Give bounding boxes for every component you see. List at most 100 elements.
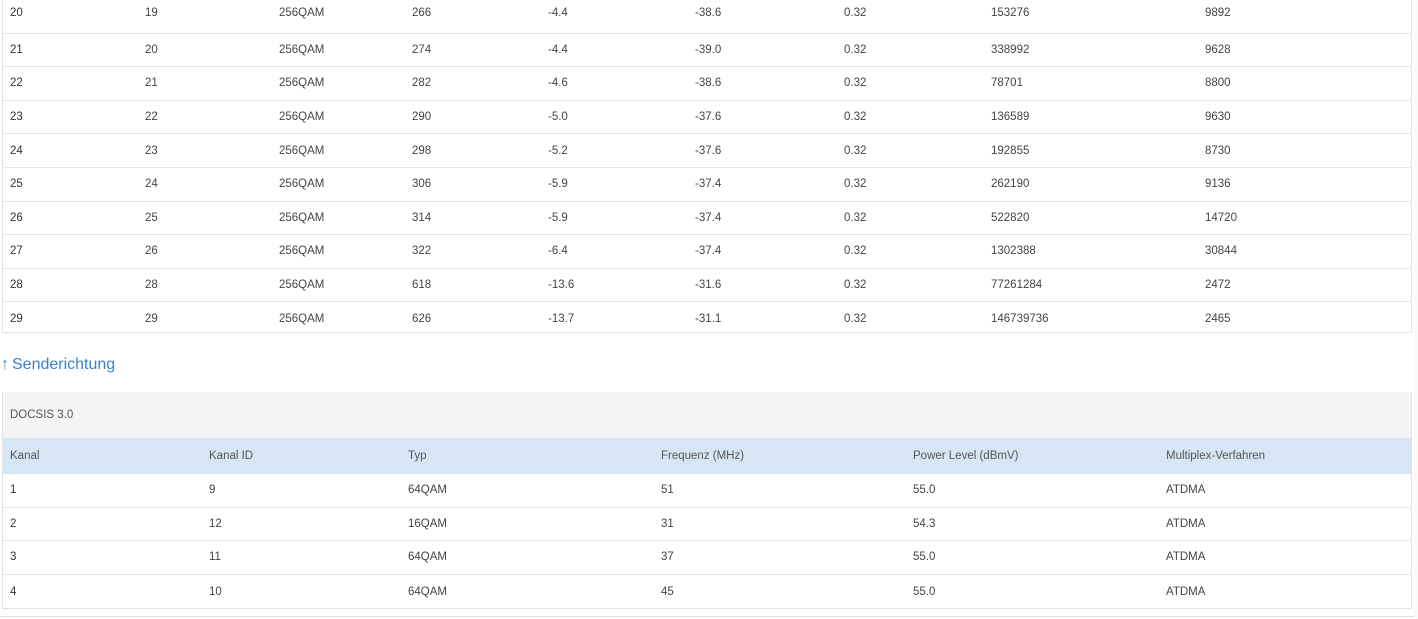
power-level-cell: 55.0 bbox=[913, 551, 936, 564]
frequency-cell: 618 bbox=[412, 279, 432, 292]
mse-cell: -31.1 bbox=[695, 313, 722, 326]
power-level-cell: -4.4 bbox=[548, 7, 568, 19]
table-row: 2 12 16QAM 31 54.3 ATDMA bbox=[3, 508, 1411, 542]
type-cell: 256QAM bbox=[279, 43, 325, 56]
power-level-cell: -6.4 bbox=[548, 245, 568, 258]
multiplex-cell: ATDMA bbox=[1166, 517, 1206, 530]
channel-cell: 29 bbox=[10, 313, 23, 326]
uncorrectable-errors-cell: 30844 bbox=[1205, 245, 1237, 258]
mse-cell: -37.4 bbox=[695, 178, 722, 191]
frequency-cell: 298 bbox=[412, 144, 432, 157]
channel-id-cell: 26 bbox=[145, 245, 158, 258]
docsis-version-label: DOCSIS 3.0 bbox=[10, 409, 74, 421]
downstream-channel-table: 20 19 256QAM 266 -4.4 -38.6 0.32 153276 … bbox=[2, 0, 1412, 333]
type-cell: 256QAM bbox=[279, 77, 325, 90]
frequency-cell: 37 bbox=[661, 551, 674, 564]
channel-id-cell: 9 bbox=[209, 484, 216, 497]
channel-id-cell: 11 bbox=[209, 551, 221, 564]
mse-cell: -37.6 bbox=[695, 111, 722, 124]
multiplex-cell: ATDMA bbox=[1166, 585, 1206, 598]
channel-id-cell: 25 bbox=[145, 211, 158, 224]
correctable-errors-cell: 78701 bbox=[991, 77, 1023, 90]
uncorrectable-errors-cell: 9892 bbox=[1205, 7, 1231, 19]
upstream-section-heading[interactable]: ↑ Senderichtung bbox=[1, 356, 115, 374]
mse-cell: -38.6 bbox=[695, 77, 722, 90]
latency-cell: 0.32 bbox=[844, 178, 867, 191]
table-row: 3 11 64QAM 37 55.0 ATDMA bbox=[3, 541, 1411, 575]
mse-cell: -37.4 bbox=[695, 245, 722, 258]
mse-cell: -39.0 bbox=[695, 43, 722, 56]
correctable-errors-cell: 522820 bbox=[991, 211, 1030, 224]
latency-cell: 0.32 bbox=[844, 43, 867, 56]
column-header-channel-id: Kanal ID bbox=[209, 450, 254, 462]
frequency-cell: 314 bbox=[412, 211, 432, 224]
frequency-cell: 290 bbox=[412, 111, 432, 124]
channel-id-cell: 21 bbox=[145, 77, 158, 90]
channel-id-cell: 19 bbox=[145, 7, 158, 19]
frequency-cell: 626 bbox=[412, 313, 432, 326]
latency-cell: 0.32 bbox=[844, 77, 867, 90]
correctable-errors-cell: 1302388 bbox=[991, 245, 1036, 258]
upstream-channel-table: DOCSIS 3.0 Kanal Kanal ID Typ Frequenz (… bbox=[2, 392, 1412, 610]
mse-cell: -37.4 bbox=[695, 211, 722, 224]
scrollbar-track[interactable] bbox=[1414, 0, 1418, 619]
type-cell: 256QAM bbox=[279, 7, 325, 19]
channel-cell: 22 bbox=[10, 77, 23, 90]
column-header-frequency: Frequenz (MHz) bbox=[661, 450, 745, 462]
correctable-errors-cell: 153276 bbox=[991, 7, 1030, 19]
uncorrectable-errors-cell: 9628 bbox=[1205, 43, 1231, 56]
power-level-cell: 54.3 bbox=[913, 517, 936, 530]
channel-cell: 26 bbox=[10, 211, 23, 224]
frequency-cell: 51 bbox=[661, 484, 674, 497]
latency-cell: 0.32 bbox=[844, 144, 867, 157]
correctable-errors-cell: 338992 bbox=[991, 43, 1030, 56]
frequency-cell: 274 bbox=[412, 43, 432, 56]
column-header-multiplex: Multiplex-Verfahren bbox=[1166, 450, 1266, 462]
column-header-channel: Kanal bbox=[10, 450, 40, 462]
table-caption: DOCSIS 3.0 bbox=[3, 392, 1411, 438]
power-level-cell: 55.0 bbox=[913, 585, 936, 598]
correctable-errors-cell: 146739736 bbox=[991, 313, 1049, 326]
power-level-cell: 55.0 bbox=[913, 484, 936, 497]
frequency-cell: 282 bbox=[412, 77, 432, 90]
channel-cell: 27 bbox=[10, 245, 23, 258]
power-level-cell: -5.9 bbox=[548, 178, 568, 191]
power-level-cell: -5.0 bbox=[548, 111, 568, 124]
latency-cell: 0.32 bbox=[844, 7, 867, 19]
correctable-errors-cell: 262190 bbox=[991, 178, 1030, 191]
frequency-cell: 306 bbox=[412, 178, 432, 191]
table-row: 23 22 256QAM 290 -5.0 -37.6 0.32 136589 … bbox=[3, 101, 1411, 135]
arrow-up-icon: ↑ bbox=[1, 356, 9, 373]
uncorrectable-errors-cell: 2472 bbox=[1205, 279, 1231, 292]
channel-id-cell: 22 bbox=[145, 111, 158, 124]
table-row: 20 19 256QAM 266 -4.4 -38.6 0.32 153276 … bbox=[3, 0, 1411, 34]
channel-id-cell: 23 bbox=[145, 144, 158, 157]
table-row: 1 9 64QAM 51 55.0 ATDMA bbox=[3, 474, 1411, 508]
table-header: Kanal Kanal ID Typ Frequenz (MHz) Power … bbox=[3, 438, 1411, 474]
type-cell: 256QAM bbox=[279, 111, 325, 124]
mse-cell: -37.6 bbox=[695, 144, 722, 157]
type-cell: 64QAM bbox=[408, 484, 447, 497]
latency-cell: 0.32 bbox=[844, 111, 867, 124]
frequency-cell: 266 bbox=[412, 7, 432, 19]
uncorrectable-errors-cell: 9136 bbox=[1205, 178, 1231, 191]
latency-cell: 0.32 bbox=[844, 245, 867, 258]
table-row: 26 25 256QAM 314 -5.9 -37.4 0.32 522820 … bbox=[3, 202, 1411, 236]
channel-id-cell: 24 bbox=[145, 178, 158, 191]
table-row: 22 21 256QAM 282 -4.6 -38.6 0.32 78701 8… bbox=[3, 67, 1411, 101]
frequency-cell: 31 bbox=[661, 517, 674, 530]
upstream-heading-label: Senderichtung bbox=[12, 356, 116, 373]
type-cell: 64QAM bbox=[408, 585, 447, 598]
column-header-power-level: Power Level (dBmV) bbox=[913, 450, 1019, 462]
channel-cell: 3 bbox=[10, 551, 17, 564]
page-divider bbox=[0, 616, 1418, 617]
power-level-cell: -5.9 bbox=[548, 211, 568, 224]
type-cell: 256QAM bbox=[279, 144, 325, 157]
mse-cell: -31.6 bbox=[695, 279, 722, 292]
channel-id-cell: 29 bbox=[145, 313, 158, 326]
channel-id-cell: 12 bbox=[209, 517, 222, 530]
latency-cell: 0.32 bbox=[844, 279, 867, 292]
table-row: 29 29 256QAM 626 -13.7 -31.1 0.32 146739… bbox=[3, 302, 1411, 336]
correctable-errors-cell: 192855 bbox=[991, 144, 1030, 157]
correctable-errors-cell: 136589 bbox=[991, 111, 1030, 124]
